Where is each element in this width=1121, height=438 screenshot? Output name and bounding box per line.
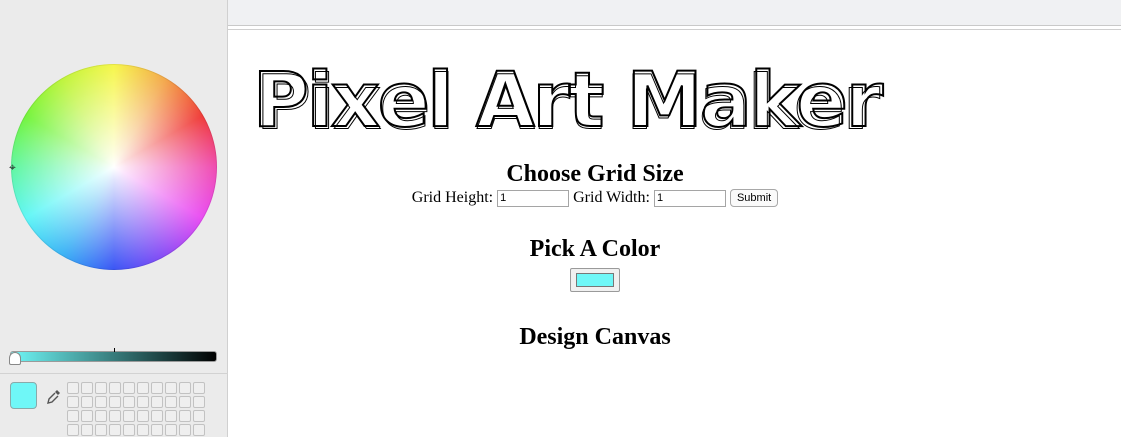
empty-swatch[interactable] [81,410,93,422]
grid-height-input[interactable] [497,189,570,207]
empty-swatch[interactable] [67,396,79,408]
empty-swatch[interactable] [137,424,149,436]
empty-swatch[interactable] [179,410,191,422]
brightness-slider-thumb[interactable] [9,352,21,365]
empty-swatch[interactable] [151,396,163,408]
empty-swatch[interactable] [67,424,79,436]
browser-toolbar [228,0,1121,26]
brightness-tick-mark [114,348,115,352]
empty-swatch[interactable] [179,382,191,394]
current-color-swatch[interactable] [10,382,37,409]
pick-color-heading: Pick A Color [529,236,661,262]
eyedropper-icon[interactable] [46,388,62,406]
empty-swatch[interactable] [137,410,149,422]
empty-swatch[interactable] [109,424,121,436]
empty-swatch[interactable] [165,382,177,394]
empty-swatch[interactable] [67,382,79,394]
empty-swatch[interactable] [151,382,163,394]
empty-swatch[interactable] [95,410,107,422]
color-input[interactable] [570,268,620,292]
empty-swatch[interactable] [67,410,79,422]
toolbar-divider [228,29,1121,30]
empty-swatch[interactable] [95,382,107,394]
empty-swatch[interactable] [95,424,107,436]
color-picker-panel: ⌖ [0,0,228,437]
empty-swatch[interactable] [123,382,135,394]
color-input-swatch [576,273,614,287]
empty-swatch[interactable] [165,424,177,436]
empty-swatch[interactable] [179,424,191,436]
design-canvas-heading: Design Canvas [519,324,671,350]
panel-divider [0,373,228,374]
empty-swatch[interactable] [193,382,205,394]
empty-swatch[interactable] [165,396,177,408]
page-logo: Pixel Art Maker Pixel Art Maker [252,54,953,147]
submit-button[interactable]: Submit [729,189,779,208]
empty-swatch[interactable] [151,410,163,422]
empty-swatch[interactable] [137,396,149,408]
crosshair-icon[interactable]: ⌖ [9,161,19,173]
empty-swatch[interactable] [81,424,93,436]
empty-swatch[interactable] [109,396,121,408]
empty-swatch[interactable] [137,382,149,394]
swatch-palette [67,382,208,438]
grid-height-label: Grid Height: [411,189,494,206]
grid-size-heading: Choose Grid Size [506,161,684,187]
grid-width-input[interactable] [653,189,726,207]
empty-swatch[interactable] [165,410,177,422]
empty-swatch[interactable] [109,410,121,422]
empty-swatch[interactable] [193,410,205,422]
grid-width-label: Grid Width: [573,189,650,206]
empty-swatch[interactable] [109,382,121,394]
empty-swatch[interactable] [123,424,135,436]
empty-swatch[interactable] [179,396,191,408]
brightness-slider[interactable] [10,351,217,362]
color-wheel[interactable] [11,64,217,270]
grid-size-form: Grid Height: Grid Width: Submit [228,188,962,208]
main-content: Choose Grid Size Grid Height: Grid Width… [228,160,962,351]
empty-swatch[interactable] [151,424,163,436]
empty-swatch[interactable] [193,424,205,436]
empty-swatch[interactable] [95,396,107,408]
empty-swatch[interactable] [193,396,205,408]
logo-text-inner: Pixel Art Maker [256,60,880,140]
empty-swatch[interactable] [81,382,93,394]
empty-swatch[interactable] [81,396,93,408]
empty-swatch[interactable] [123,396,135,408]
empty-swatch[interactable] [123,410,135,422]
